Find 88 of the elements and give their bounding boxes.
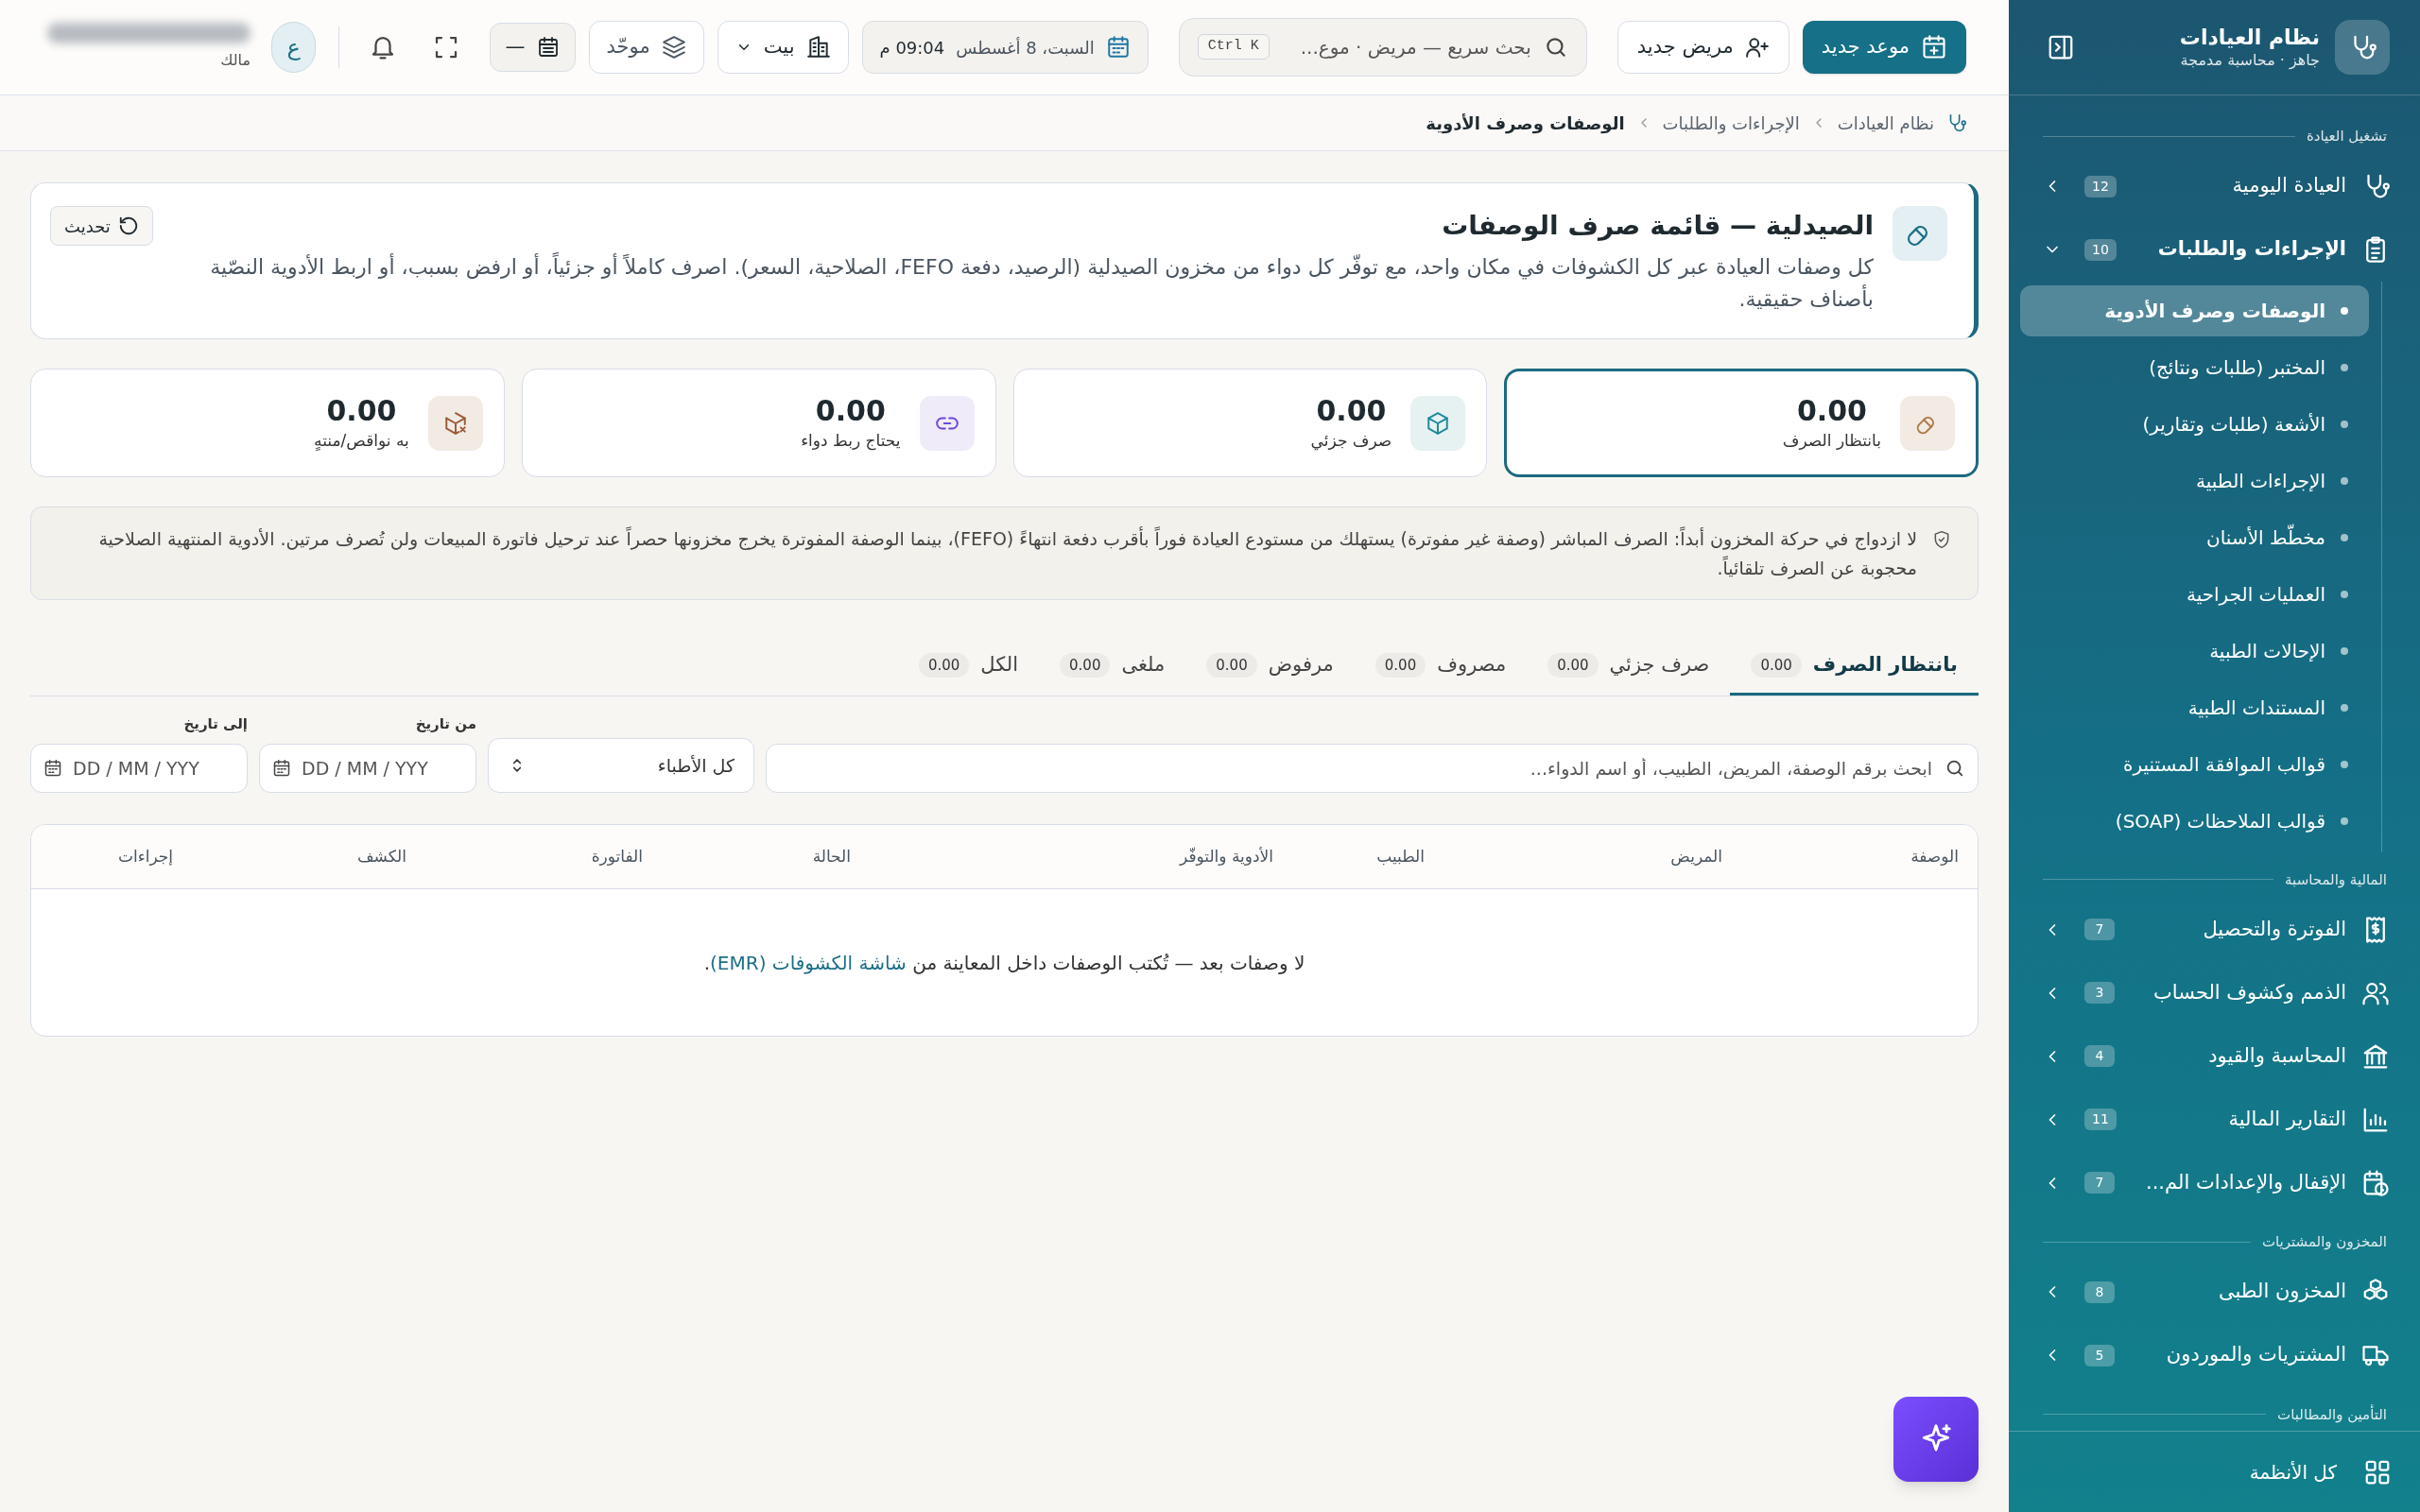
count-badge: 12: [2084, 175, 2117, 198]
submenu-item[interactable]: المختبر (طلبات ونتائج): [2020, 341, 2369, 393]
calendar-icon: [536, 36, 560, 59]
user-plus-icon: [1744, 35, 1770, 60]
count-badge: 8: [2084, 1280, 2115, 1303]
date-field[interactable]: DD / MM / YYY: [30, 744, 248, 794]
count-badge: 5: [2084, 1344, 2115, 1366]
calendar-icon: [43, 759, 62, 779]
section-label: تشغيل العيادة: [2306, 127, 2387, 146]
stat-value: 0.00: [815, 393, 886, 429]
stat-label: صرف جزئي: [1310, 429, 1392, 453]
submenu-item[interactable]: قوالب الموافقة المستنيرة: [2020, 738, 2369, 790]
column-header: الأدوية والتوفّر: [1180, 847, 1273, 867]
submenu-item[interactable]: الإحالات الطبية: [2020, 625, 2369, 677]
page-title: الصيدلية — قائمة صرف الوصفات: [1441, 209, 1874, 243]
stat-label: يحتاج ربط دواء: [801, 429, 901, 453]
sidebar-toggle-icon: [2047, 33, 2075, 61]
app-subtitle: جاهز · محاسبة مدمجة: [2179, 50, 2320, 70]
calendar-icon: [272, 759, 291, 779]
breadcrumb-link[interactable]: الإجراءات والطلبات: [1662, 110, 1800, 136]
submenu-item[interactable]: الإجراءات الطبية: [2020, 455, 2369, 507]
new-patient-button[interactable]: مريض جديد: [1616, 21, 1789, 74]
time-text: 09:04 م: [879, 36, 945, 60]
section-label: التأمين والمطالبات: [2277, 1403, 2387, 1425]
period-button[interactable]: —: [489, 23, 576, 72]
doctor-select[interactable]: كل الأطباء: [488, 738, 754, 794]
branch-select[interactable]: بيت: [717, 21, 849, 74]
notice-text: لا ازدواج في حركة المخزون أبداً: الصرف المباشر (وصفة غير مفوترة) يستهلك من مستودع العيادة فوراً بأقرب دفعة انتهاءً (FEFO)، بينما الوصفة المفوترة يخرج مخزونها حصراً عند ترحيل فاتورة المبيعات ولن تُصرف مرتين. الأدوية المنتهية الصلاحية محجوبة عن الصرف تلقائياً.: [97, 525, 1917, 581]
app-title: نظام العيادات: [2179, 25, 2320, 51]
count-badge: 7: [2084, 1172, 2115, 1194]
date-text: السبت، 8 أغسطس: [956, 36, 1095, 60]
user-avatar[interactable]: ع: [271, 22, 317, 73]
box-icon: [1426, 410, 1451, 436]
emr-link[interactable]: شاشة الكشوفات (EMR): [710, 951, 907, 974]
shortcut-key: Ctrl K: [1197, 34, 1270, 60]
field-label: من تاريخ: [415, 713, 476, 734]
section-label: المالية والمحاسبة: [2285, 869, 2387, 890]
count-badge: 0.00: [1547, 652, 1599, 679]
page-description: كل وصفات العيادة عبر كل الكشوفات في مكان واحد، مع توفّر كل دواء من مخزون الصيدلية (الرصيد، دفعة FEFO، الصلاحية، السعر). اصرف كاملاً أو جزئياً، أو ارفض بسبب، أو اربط الأدوية النصّية بأصناف حقيقية.: [209, 251, 1874, 317]
submenu-item[interactable]: قوالب الملاحظات (SOAP): [2020, 795, 2369, 847]
count-badge: 0.00: [1060, 652, 1111, 679]
refresh-button[interactable]: تحديث: [50, 206, 153, 246]
column-header: إجراءات: [117, 847, 173, 867]
calendar-clock-icon: [2361, 1168, 2390, 1197]
column-header: الكشف: [356, 847, 406, 867]
stat-value: 0.00: [326, 393, 397, 429]
submenu-item[interactable]: الوصفات وصرف الأدوية: [2020, 284, 2369, 336]
count-badge: 0.00: [1751, 652, 1802, 679]
empty-message: لا وصفات بعد — تُكتب الوصفات داخل المعاينة من شاشة الكشوفات (EMR).: [703, 950, 1305, 976]
section-label: المخزون والمشتريات: [2261, 1232, 2387, 1252]
column-header: الفاتورة: [591, 847, 643, 867]
count-badge: 3: [2084, 982, 2115, 1004]
date-field[interactable]: DD / MM / YYY: [259, 744, 476, 794]
breadcrumb-current: الوصفات وصرف الأدوية: [1426, 112, 1625, 136]
submenu-item[interactable]: مخطّط الأسنان: [2020, 511, 2369, 563]
column-header: الطبيب: [1376, 847, 1425, 867]
column-header: الوصفة: [1910, 847, 1959, 867]
count-badge: 0.00: [1206, 652, 1257, 679]
column-header: المريض: [1670, 847, 1722, 867]
stat-value: 0.00: [1796, 393, 1867, 429]
submenu-item[interactable]: المستندات الطبية: [2020, 681, 2369, 733]
submenu-item[interactable]: العمليات الجراحية: [2020, 568, 2369, 620]
refresh-icon: [117, 215, 139, 236]
building-icon: [805, 35, 831, 60]
box-cross-icon: [442, 410, 468, 436]
column-header: الحالة: [812, 847, 851, 867]
count-badge: 0.00: [918, 652, 970, 679]
count-badge: 7: [2084, 919, 2115, 940]
stat-label: بانتظار الصرف: [1782, 429, 1881, 452]
field-label: إلى تاريخ: [183, 713, 248, 734]
calendar-plus-icon: [1921, 34, 1947, 60]
stat-value: 0.00: [1316, 393, 1387, 429]
breadcrumb-link[interactable]: نظام العيادات: [1837, 110, 1934, 136]
count-badge: 10: [2084, 238, 2117, 261]
view-mode-button[interactable]: موحّد: [588, 21, 704, 74]
collapse-sidebar-button[interactable]: [2047, 33, 2075, 61]
stat-label: به نواقص/منتهٍ: [314, 429, 409, 453]
count-badge: 4: [2084, 1045, 2115, 1067]
user-role: مالك: [220, 50, 251, 71]
calendar-icon: [1105, 35, 1131, 60]
new-appointment-button[interactable]: موعد جديد: [1802, 21, 1966, 74]
count-badge: 0.00: [1374, 652, 1426, 679]
shield-check-icon: [1932, 530, 1951, 550]
all-systems-button[interactable]: كل الأنظمة: [2249, 1457, 2420, 1486]
assistant-button[interactable]: [1893, 1397, 1979, 1482]
count-badge: 11: [2084, 1108, 2117, 1130]
submenu-item[interactable]: الأشعة (طلبات وتقارير): [2020, 398, 2369, 450]
layers-icon: [661, 35, 686, 60]
